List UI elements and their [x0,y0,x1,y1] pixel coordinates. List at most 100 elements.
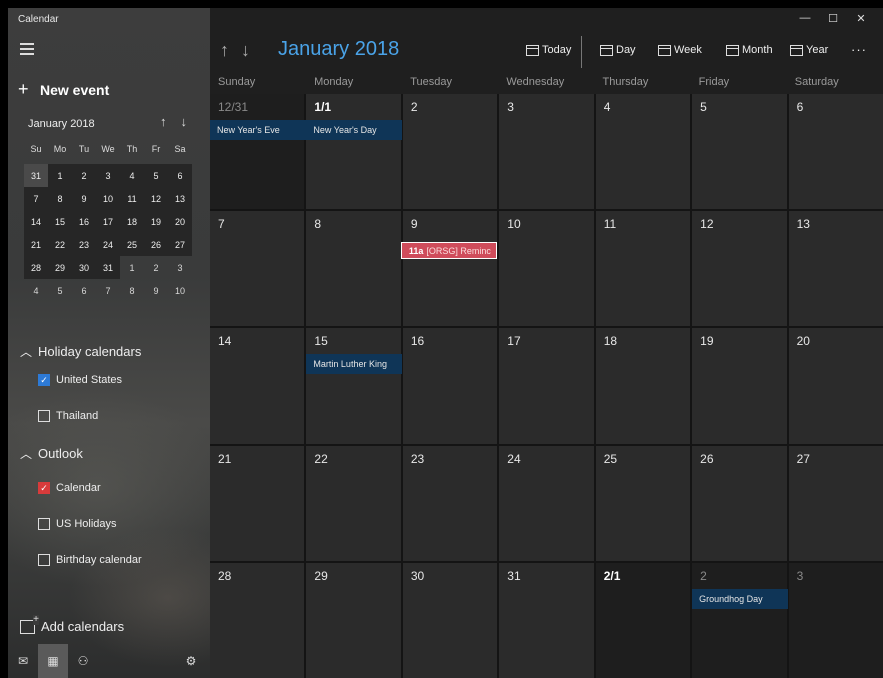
mini-calendar-day[interactable]: 17 [96,210,120,233]
mini-calendar-day[interactable]: 6 [72,279,96,302]
new-event-button[interactable]: + New event [18,79,109,100]
mini-calendar-day[interactable]: 29 [48,256,72,279]
mini-calendar-day[interactable]: 4 [24,279,48,302]
month-title[interactable]: January 2018 [278,38,399,61]
day-cell[interactable]: 11 [595,211,691,327]
today-button[interactable]: Today [526,44,571,56]
holiday-calendars-toggle[interactable]: ︿ Holiday calendars [20,343,141,360]
day-view-button[interactable]: Day [600,44,636,56]
mini-calendar-day[interactable]: 9 [72,187,96,210]
calendar-item-thailand[interactable]: Thailand [38,410,98,422]
day-cell[interactable]: 2 [402,94,498,210]
day-cell[interactable]: 2/1 [595,562,691,678]
previous-month-icon[interactable]: ↑ [220,40,229,61]
people-icon[interactable]: ⚇ [68,644,98,678]
day-cell[interactable]: 15 Martin Luther King [306,328,403,444]
day-cell[interactable]: 7 [210,211,305,327]
mini-prev-arrow-icon[interactable]: ↑ [160,114,167,129]
mini-calendar-day[interactable]: 30 [72,256,96,279]
year-view-button[interactable]: Year [790,44,828,56]
day-cell[interactable]: 8 [306,211,401,327]
mini-calendar-day[interactable]: 10 [168,279,192,302]
checkbox-unchecked[interactable] [38,410,50,422]
checkbox-checked[interactable]: ✓ [38,482,50,494]
next-month-icon[interactable]: ↓ [241,40,250,61]
day-cell[interactable]: 29 [306,562,401,678]
mini-calendar-day[interactable]: 1 [48,164,72,187]
mini-calendar-day[interactable]: 2 [72,164,96,187]
calendar-item-birthday[interactable]: Birthday calendar [38,554,142,566]
mini-calendar-day[interactable]: 9 [144,279,168,302]
event-groundhog-day[interactable]: Groundhog Day [692,588,789,609]
day-cell[interactable]: 17 [499,328,594,444]
mini-calendar-day[interactable]: 8 [48,187,72,210]
mini-calendar-day[interactable]: 7 [96,279,120,302]
add-calendars-button[interactable]: Add calendars [20,614,124,634]
day-cell[interactable]: 3 [788,562,883,678]
mini-calendar-day[interactable]: 16 [72,210,96,233]
month-view-button[interactable]: Month [726,44,773,56]
day-cell[interactable]: 4 [595,94,691,210]
checkbox-unchecked[interactable] [38,554,50,566]
mini-calendar-day[interactable]: 10 [96,187,120,210]
mini-calendar-day[interactable]: 4 [120,164,144,187]
day-cell[interactable]: 28 [210,562,305,678]
mini-calendar-day[interactable]: 25 [120,233,144,256]
day-cell[interactable]: 10 [499,211,594,327]
day-cell[interactable]: 16 [402,328,498,444]
day-cell[interactable]: 30 [402,562,498,678]
calendar-item-us-holidays[interactable]: US Holidays [38,518,117,530]
hamburger-menu-icon[interactable] [20,43,34,55]
mini-next-arrow-icon[interactable]: ↓ [181,114,188,129]
close-icon[interactable]: ✕ [847,8,875,28]
mini-calendar-day[interactable]: 7 [24,187,48,210]
more-options-icon[interactable]: ··· [851,42,867,57]
mini-calendar-day[interactable]: 28 [24,256,48,279]
mini-calendar-day[interactable]: 5 [48,279,72,302]
day-cell[interactable]: 12/31 New Year's Eve [210,94,306,210]
day-cell[interactable]: 2 Groundhog Day [692,562,789,678]
mini-calendar-day[interactable]: 18 [120,210,144,233]
minimize-icon[interactable]: — [791,8,819,28]
mini-calendar-day[interactable]: 20 [168,210,192,233]
outlook-toggle[interactable]: ︿ Outlook [20,445,83,462]
mini-calendar-day[interactable]: 13 [168,187,192,210]
calendar-item-calendar[interactable]: ✓ Calendar [38,482,101,494]
day-cell[interactable]: 22 [306,445,401,561]
mini-calendar-day[interactable]: 21 [24,233,48,256]
checkbox-checked[interactable]: ✓ [38,374,50,386]
mini-calendar-day[interactable]: 15 [48,210,72,233]
gear-icon[interactable]: ⚙ [176,644,206,678]
day-cell[interactable]: 6 [788,94,883,210]
mini-calendar-day[interactable]: 5 [144,164,168,187]
mini-calendar-day[interactable]: 19 [144,210,168,233]
checkbox-unchecked[interactable] [38,518,50,530]
mini-calendar-day[interactable]: 2 [144,256,168,279]
mini-calendar-day[interactable]: 6 [168,164,192,187]
mini-calendar-day[interactable]: 22 [48,233,72,256]
mini-calendar-day[interactable]: 27 [168,233,192,256]
day-cell[interactable]: 19 [692,328,787,444]
mini-calendar-day[interactable]: 11 [120,187,144,210]
day-cell[interactable]: 9 11a [ORSG] Reminc [400,211,498,327]
day-cell[interactable]: 14 [210,328,305,444]
day-cell[interactable]: 31 [499,562,594,678]
calendar-item-united-states[interactable]: ✓ United States [38,374,122,386]
day-cell[interactable]: 3 [499,94,594,210]
day-cell[interactable]: 27 [788,445,883,561]
mini-calendar-day[interactable]: 1 [120,256,144,279]
event-new-years-day[interactable]: New Year's Day [306,120,403,140]
day-cell[interactable]: 23 [402,445,498,561]
day-cell[interactable]: 12 [692,211,787,327]
day-cell[interactable]: 24 [499,445,594,561]
day-cell[interactable]: 18 [595,328,691,444]
event-new-years-eve[interactable]: New Year's Eve [210,120,306,140]
mini-calendar-day[interactable]: 24 [96,233,120,256]
maximize-icon[interactable]: ☐ [819,8,847,28]
day-cell[interactable]: 5 [692,94,787,210]
day-cell[interactable]: 26 [692,445,787,561]
mini-calendar-day[interactable]: 3 [96,164,120,187]
day-cell[interactable]: 1/1 New Year's Day [306,94,403,210]
mini-calendar-day[interactable]: 8 [120,279,144,302]
calendar-icon[interactable]: ▦ [38,644,68,678]
